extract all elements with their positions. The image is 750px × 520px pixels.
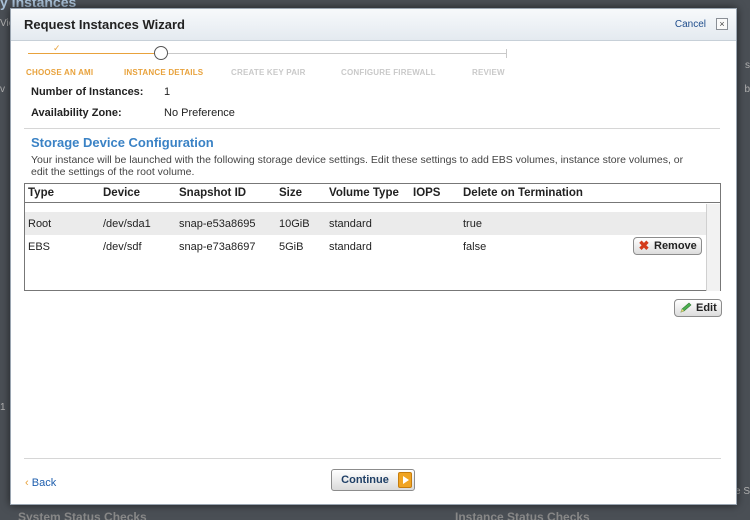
column-header-type: Type	[28, 187, 54, 199]
step-configure-firewall: CONFIGURE FIREWALL	[341, 68, 436, 77]
column-header-snapshot-id: Snapshot ID	[179, 187, 247, 199]
background-fragment: b	[744, 84, 750, 95]
column-header-iops: IOPS	[413, 187, 441, 199]
background-fragment: s	[745, 60, 750, 71]
cell-size: 5GiB	[279, 241, 304, 253]
footer-divider	[24, 458, 721, 459]
request-instances-wizard: Request Instances Wizard Cancel × ✓ CHOO…	[10, 8, 737, 505]
modal-header: Request Instances Wizard Cancel ×	[11, 9, 736, 41]
cell-volume-type: standard	[329, 218, 372, 230]
storage-section-description: Your instance will be launched with the …	[31, 154, 684, 178]
cancel-link[interactable]: Cancel	[675, 19, 706, 30]
continue-button[interactable]: Continue	[331, 469, 415, 491]
system-status-checks-heading: System Status Checks	[18, 510, 147, 520]
back-link-label: Back	[31, 477, 57, 489]
remove-x-icon: ✖	[638, 238, 650, 253]
modal-title: Request Instances Wizard	[24, 17, 185, 32]
current-step-indicator	[154, 46, 168, 60]
cell-snapshot-id: snap-e73a8697	[179, 241, 256, 253]
arrow-right-icon	[398, 472, 412, 488]
cell-volume-type: standard	[329, 241, 372, 253]
background-fragment: e S	[734, 486, 750, 497]
step-create-key-pair: CREATE KEY PAIR	[231, 68, 306, 77]
background-fragment: v	[0, 84, 5, 95]
divider	[24, 128, 720, 129]
edit-button-label: Edit	[696, 302, 717, 314]
close-icon[interactable]: ×	[716, 18, 728, 30]
back-chevron-icon: ‹	[25, 477, 29, 489]
table-header: Type Device Snapshot ID Size Volume Type…	[25, 184, 720, 203]
edit-button[interactable]: Edit	[674, 299, 722, 317]
wizard-steps: ✓ CHOOSE AN AMI INSTANCE DETAILS CREATE …	[11, 41, 736, 81]
checkmark-icon: ✓	[53, 43, 61, 53]
cell-device: /dev/sdf	[103, 241, 142, 253]
column-header-delete-on-termination: Delete on Termination	[463, 187, 583, 199]
back-link[interactable]: ‹ Back	[25, 477, 56, 489]
number-of-instances-label: Number of Instances:	[31, 86, 144, 98]
continue-button-label: Continue	[341, 474, 389, 486]
background-fragment: 1	[0, 402, 6, 413]
steps-progress	[28, 53, 160, 54]
column-header-size: Size	[279, 187, 303, 199]
cell-delete-on-termination: true	[463, 218, 482, 230]
column-header-volume-type: Volume Type	[329, 187, 399, 199]
cell-size: 10GiB	[279, 218, 310, 230]
cell-snapshot-id: snap-e53a8695	[179, 218, 256, 230]
cell-type: Root	[28, 218, 52, 230]
storage-table: Type Device Snapshot ID Size Volume Type…	[24, 183, 721, 291]
step-tick	[506, 49, 507, 58]
table-row[interactable]: EBS /dev/sdf snap-e73a8697 5GiB standard…	[25, 235, 707, 258]
table-row[interactable]: Root /dev/sda1 snap-e53a8695 10GiB stand…	[25, 212, 707, 235]
remove-button[interactable]: ✖ Remove	[633, 237, 702, 255]
storage-section-title: Storage Device Configuration	[31, 135, 214, 150]
remove-button-label: Remove	[654, 240, 697, 252]
cell-device: /dev/sda1	[103, 218, 151, 230]
availability-zone-value: No Preference	[164, 107, 235, 119]
number-of-instances-value: 1	[164, 86, 171, 98]
pencil-icon	[679, 302, 693, 314]
table-scrollbar[interactable]	[706, 204, 720, 291]
cell-type: EBS	[28, 241, 51, 253]
step-instance-details: INSTANCE DETAILS	[124, 68, 204, 77]
step-review: REVIEW	[472, 68, 505, 77]
availability-zone-label: Availability Zone:	[31, 107, 122, 119]
instance-status-checks-heading: Instance Status Checks	[455, 510, 590, 520]
column-header-device: Device	[103, 187, 141, 199]
step-choose-ami[interactable]: CHOOSE AN AMI	[26, 68, 93, 77]
cell-delete-on-termination: false	[463, 241, 487, 253]
